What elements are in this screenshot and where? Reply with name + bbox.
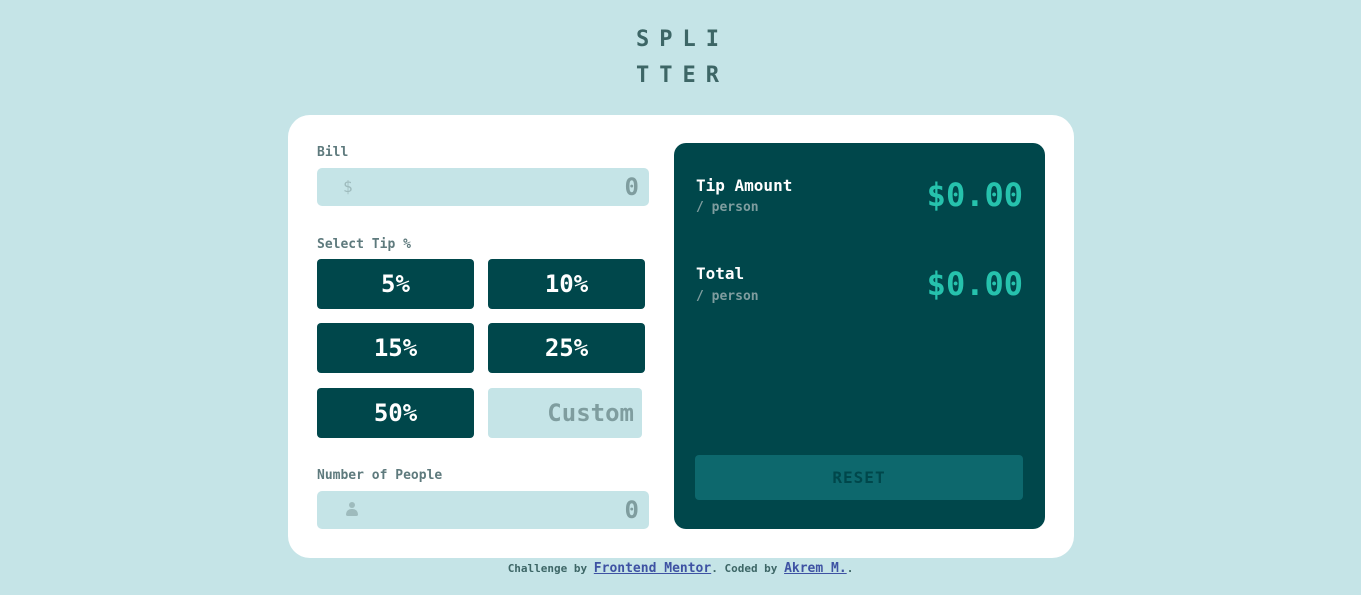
author-link[interactable]: Akrem M. bbox=[784, 561, 847, 576]
select-tip-label: Select Tip % bbox=[317, 237, 411, 252]
footer-middle: . Coded by bbox=[711, 562, 778, 575]
person-icon bbox=[346, 501, 358, 521]
footer-prefix: Challenge by bbox=[507, 562, 588, 575]
frontend-mentor-link[interactable]: Frontend Mentor bbox=[594, 561, 711, 576]
people-input[interactable]: 0 bbox=[317, 491, 649, 529]
bill-value: 0 bbox=[624, 173, 639, 201]
dollar-icon: $ bbox=[343, 177, 353, 196]
calculator-card: Bill $ 0 Select Tip % 5% 10% 15% 25% 50%… bbox=[288, 115, 1074, 558]
bill-input[interactable]: $ 0 bbox=[317, 168, 649, 206]
tip-15-button[interactable]: 15% bbox=[317, 323, 474, 373]
people-label: Number of People bbox=[317, 468, 443, 483]
logo-line-2: TTER bbox=[636, 63, 729, 88]
tip-25-button[interactable]: 25% bbox=[488, 323, 645, 373]
total-label: Total bbox=[696, 264, 745, 283]
results-panel: Tip Amount / person $0.00 Total / person… bbox=[674, 143, 1045, 529]
reset-button[interactable]: RESET bbox=[695, 455, 1023, 500]
logo-line-1: SPLI bbox=[636, 27, 729, 52]
custom-tip-input[interactable]: Custom bbox=[488, 388, 642, 438]
tip-amount-sub: / person bbox=[696, 200, 759, 215]
app-logo: SPLI TTER bbox=[636, 22, 736, 94]
attribution-footer: Challenge by Frontend Mentor. Coded by A… bbox=[0, 561, 1361, 576]
tip-10-button[interactable]: 10% bbox=[488, 259, 645, 309]
tip-5-button[interactable]: 5% bbox=[317, 259, 474, 309]
tip-amount-value: $0.00 bbox=[926, 176, 1023, 214]
tip-50-button[interactable]: 50% bbox=[317, 388, 474, 438]
tip-amount-label: Tip Amount bbox=[696, 176, 793, 195]
bill-label: Bill bbox=[317, 145, 349, 160]
total-sub: / person bbox=[696, 289, 759, 304]
footer-suffix: . bbox=[846, 562, 854, 575]
people-value: 0 bbox=[624, 496, 639, 524]
total-value: $0.00 bbox=[926, 265, 1023, 303]
